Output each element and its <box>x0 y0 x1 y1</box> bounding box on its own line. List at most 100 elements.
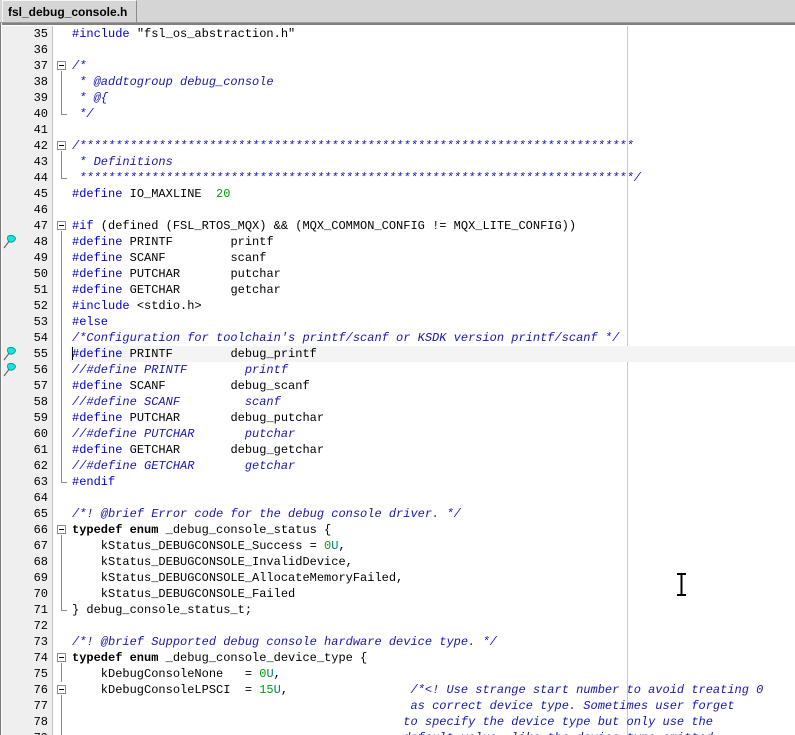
code-text[interactable]: #define SCANF scanf <box>70 250 795 266</box>
code-text[interactable]: } debug_console_status_t; <box>70 602 795 618</box>
fold-margin[interactable] <box>53 698 70 714</box>
fold-margin[interactable] <box>53 314 70 330</box>
code-line[interactable]: 60 //#define PUTCHAR putchar <box>2 426 795 442</box>
fold-margin[interactable] <box>53 506 70 522</box>
code-text[interactable]: #include <stdio.h> <box>70 298 795 314</box>
code-text[interactable]: * @addtogroup debug_console <box>70 74 795 90</box>
code-area[interactable]: 35 #include "fsl_os_abstraction.h" 36 37/* 3… <box>2 26 795 735</box>
fold-toggle-icon[interactable] <box>57 221 66 230</box>
breakpoint-margin[interactable] <box>2 106 18 122</box>
code-text[interactable] <box>70 490 795 506</box>
fold-toggle-icon[interactable] <box>57 525 66 534</box>
fold-margin[interactable] <box>53 250 70 266</box>
code-line[interactable]: 51 #define GETCHAR getchar <box>2 282 795 298</box>
code-text[interactable]: ****************************************… <box>70 170 795 186</box>
code-line[interactable]: 37 /* <box>2 58 795 74</box>
breakpoint-margin[interactable] <box>2 202 18 218</box>
fold-margin[interactable] <box>53 362 70 378</box>
code-text[interactable]: * Definitions <box>70 154 795 170</box>
breakpoint-margin[interactable] <box>2 26 18 42</box>
fold-margin[interactable] <box>53 442 70 458</box>
fold-margin[interactable] <box>53 522 70 538</box>
breakpoint-margin[interactable] <box>2 154 18 170</box>
breakpoint-margin[interactable] <box>2 602 18 618</box>
code-line[interactable]: 66 typedef enum _debug_console_status { <box>2 522 795 538</box>
fold-margin[interactable] <box>53 410 70 426</box>
code-line[interactable]: 74 typedef enum _debug_console_device_typ… <box>2 650 795 666</box>
fold-margin[interactable] <box>53 634 70 650</box>
code-line[interactable]: 72 <box>2 618 795 634</box>
fold-margin[interactable] <box>53 106 70 122</box>
code-text[interactable]: #define PUTCHAR putchar <box>70 266 795 282</box>
bookmark-flag-icon[interactable] <box>3 347 17 361</box>
fold-margin[interactable] <box>53 218 70 234</box>
code-text[interactable]: /*! @brief Error code for the debug cons… <box>70 506 795 522</box>
breakpoint-margin[interactable] <box>2 714 18 730</box>
breakpoint-margin[interactable] <box>2 330 18 346</box>
code-line[interactable]: 77 as correct device type. Sometimes use… <box>2 698 795 714</box>
breakpoint-margin[interactable] <box>2 634 18 650</box>
fold-margin[interactable] <box>53 202 70 218</box>
fold-margin[interactable] <box>53 298 70 314</box>
fold-margin[interactable] <box>53 394 70 410</box>
fold-margin[interactable] <box>53 602 70 618</box>
fold-toggle-icon[interactable] <box>57 685 66 694</box>
breakpoint-margin[interactable] <box>2 538 18 554</box>
code-text[interactable]: //#define GETCHAR getchar <box>70 458 795 474</box>
code-text[interactable]: kDebugConsoleNone = 0U, <box>70 666 795 682</box>
breakpoint-margin[interactable] <box>2 234 18 250</box>
code-line[interactable]: 36 <box>2 42 795 58</box>
fold-margin[interactable] <box>53 122 70 138</box>
code-line[interactable]: 65 /*! @brief Error code for the debug co… <box>2 506 795 522</box>
breakpoint-margin[interactable] <box>2 650 18 666</box>
fold-margin[interactable] <box>53 42 70 58</box>
code-text[interactable]: /*Configuration for toolchain's printf/s… <box>70 330 795 346</box>
fold-margin[interactable] <box>53 586 70 602</box>
code-text[interactable]: #include "fsl_os_abstraction.h" <box>70 26 795 42</box>
code-text[interactable]: */ <box>70 106 795 122</box>
fold-margin[interactable] <box>53 618 70 634</box>
fold-margin[interactable] <box>53 730 70 735</box>
code-text[interactable]: #define SCANF debug_scanf <box>70 378 795 394</box>
breakpoint-margin[interactable] <box>2 186 18 202</box>
breakpoint-margin[interactable] <box>2 618 18 634</box>
code-line[interactable]: 43 * Definitions <box>2 154 795 170</box>
code-line[interactable]: 57 #define SCANF debug_scanf <box>2 378 795 394</box>
code-line[interactable]: 39 * @{ <box>2 90 795 106</box>
code-text[interactable]: /*! @brief Supported debug console hardw… <box>70 634 795 650</box>
code-text[interactable]: #else <box>70 314 795 330</box>
fold-margin[interactable] <box>53 90 70 106</box>
breakpoint-margin[interactable] <box>2 362 18 378</box>
fold-margin[interactable] <box>53 682 70 698</box>
code-line[interactable]: 58 //#define SCANF scanf <box>2 394 795 410</box>
fold-toggle-icon[interactable] <box>57 61 66 70</box>
code-text[interactable]: #define GETCHAR debug_getchar <box>70 442 795 458</box>
code-text[interactable]: #define GETCHAR getchar <box>70 282 795 298</box>
code-line[interactable]: 48 #define PRINTF printf <box>2 234 795 250</box>
code-line[interactable]: 44 *************************************… <box>2 170 795 186</box>
breakpoint-margin[interactable] <box>2 298 18 314</box>
code-text[interactable] <box>70 618 795 634</box>
breakpoint-margin[interactable] <box>2 42 18 58</box>
code-line[interactable]: 40 */ <box>2 106 795 122</box>
breakpoint-margin[interactable] <box>2 218 18 234</box>
code-line[interactable]: 59 #define PUTCHAR debug_putchar <box>2 410 795 426</box>
code-line[interactable]: 50 #define PUTCHAR putchar <box>2 266 795 282</box>
code-text[interactable]: as correct device type. Sometimes user f… <box>70 698 795 714</box>
code-line[interactable]: 68 kStatus_DEBUGCONSOLE_InvalidDevice, <box>2 554 795 570</box>
fold-margin[interactable] <box>53 570 70 586</box>
code-line[interactable]: 41 <box>2 122 795 138</box>
code-line[interactable]: 56 //#define PRINTF printf <box>2 362 795 378</box>
fold-margin[interactable] <box>53 490 70 506</box>
code-line[interactable]: 55 #define PRINTF debug_printf <box>2 346 795 362</box>
code-text[interactable]: //#define PUTCHAR putchar <box>70 426 795 442</box>
breakpoint-margin[interactable] <box>2 554 18 570</box>
fold-margin[interactable] <box>53 186 70 202</box>
code-text[interactable]: kStatus_DEBUGCONSOLE_Success = 0U, <box>70 538 795 554</box>
bookmark-flag-icon[interactable] <box>3 363 17 377</box>
tab-fsl-debug-console[interactable]: fsl_debug_console.h <box>2 0 138 22</box>
code-line[interactable]: 49 #define SCANF scanf <box>2 250 795 266</box>
breakpoint-margin[interactable] <box>2 490 18 506</box>
code-line[interactable]: 54 /*Configuration for toolchain's printf… <box>2 330 795 346</box>
code-text[interactable] <box>70 42 795 58</box>
